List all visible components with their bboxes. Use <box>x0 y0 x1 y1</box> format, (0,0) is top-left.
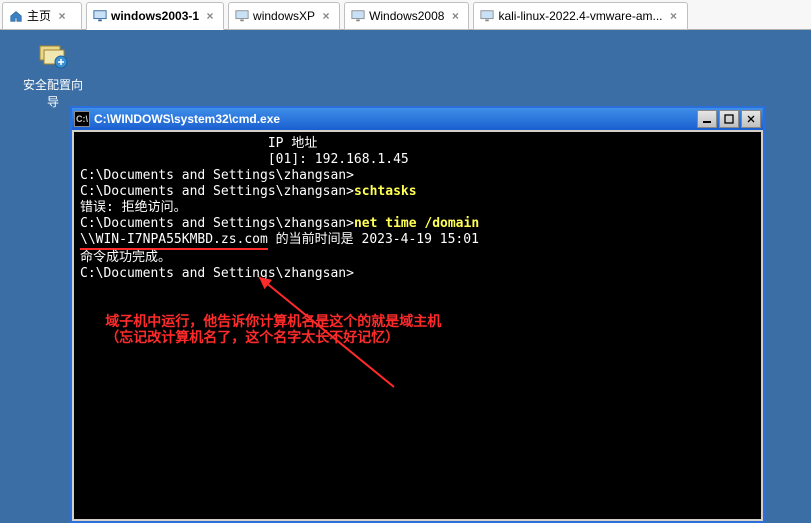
term-line: C:\Documents and Settings\zhangsan> <box>80 266 755 282</box>
monitor-icon <box>480 9 494 23</box>
tab-kali[interactable]: kali-linux-2022.4-vmware-am... × <box>473 2 687 30</box>
close-icon[interactable]: × <box>448 9 462 23</box>
monitor-icon <box>235 9 249 23</box>
highlighted-command: schtasks <box>354 184 417 199</box>
maximize-button[interactable] <box>719 110 739 128</box>
monitor-icon <box>351 9 365 23</box>
monitor-icon <box>93 9 107 23</box>
desktop-icon-label: 安全配置向导 <box>18 76 88 110</box>
terminal-output[interactable]: IP 地址 [01]: 192.168.1.45 C:\Documents an… <box>72 130 763 521</box>
term-line: \\WIN-I7NPA55KMBD.zs.com 的当前时间是 2023-4-1… <box>80 232 755 250</box>
tab-label: windows2003-1 <box>111 9 199 23</box>
wizard-icon <box>37 40 69 72</box>
close-icon[interactable]: × <box>203 9 217 23</box>
term-line: IP 地址 <box>80 136 755 152</box>
close-button[interactable] <box>741 110 761 128</box>
cmd-title: C:\WINDOWS\system32\cmd.exe <box>94 112 697 126</box>
close-icon[interactable]: × <box>55 9 69 23</box>
close-icon[interactable]: × <box>667 9 681 23</box>
tab-windows2008[interactable]: Windows2008 × <box>344 2 469 30</box>
tab-label: kali-linux-2022.4-vmware-am... <box>498 9 662 23</box>
annotation-text: 域子机中运行，他告诉你计算机名是这个的就是域主机 <box>80 314 755 330</box>
term-line: 错误: 拒绝访问。 <box>80 200 755 216</box>
cmd-window: C:\ C:\WINDOWS\system32\cmd.exe IP 地址 [0… <box>70 106 765 523</box>
cmd-titlebar[interactable]: C:\ C:\WINDOWS\system32\cmd.exe <box>72 108 763 130</box>
term-line: [01]: 192.168.1.45 <box>80 152 755 168</box>
term-line: C:\Documents and Settings\zhangsan> <box>80 168 755 184</box>
annotation-text: （忘记改计算机名了，这个名字太长不好记忆） <box>80 330 755 346</box>
underlined-hostname: \\WIN-I7NPA55KMBD.zs.com <box>80 232 268 250</box>
minimize-button[interactable] <box>697 110 717 128</box>
tab-windowsxp[interactable]: windowsXP × <box>228 2 340 30</box>
vm-tabbar: 主页 × windows2003-1 × windowsXP × Windows… <box>0 0 811 30</box>
highlighted-command: net time /domain <box>354 216 479 231</box>
tab-windows2003[interactable]: windows2003-1 × <box>86 2 224 30</box>
home-icon <box>9 9 23 23</box>
tab-label: 主页 <box>27 7 51 24</box>
term-line: C:\Documents and Settings\zhangsan>schta… <box>80 184 755 200</box>
desktop-icon-security-wizard[interactable]: 安全配置向导 <box>18 40 88 110</box>
term-line: C:\Documents and Settings\zhangsan>net t… <box>80 216 755 232</box>
tab-label: windowsXP <box>253 9 315 23</box>
close-icon[interactable]: × <box>319 9 333 23</box>
cmd-icon: C:\ <box>74 111 90 127</box>
tab-label: Windows2008 <box>369 9 444 23</box>
term-line: 命令成功完成。 <box>80 250 755 266</box>
tab-home[interactable]: 主页 × <box>2 2 82 30</box>
